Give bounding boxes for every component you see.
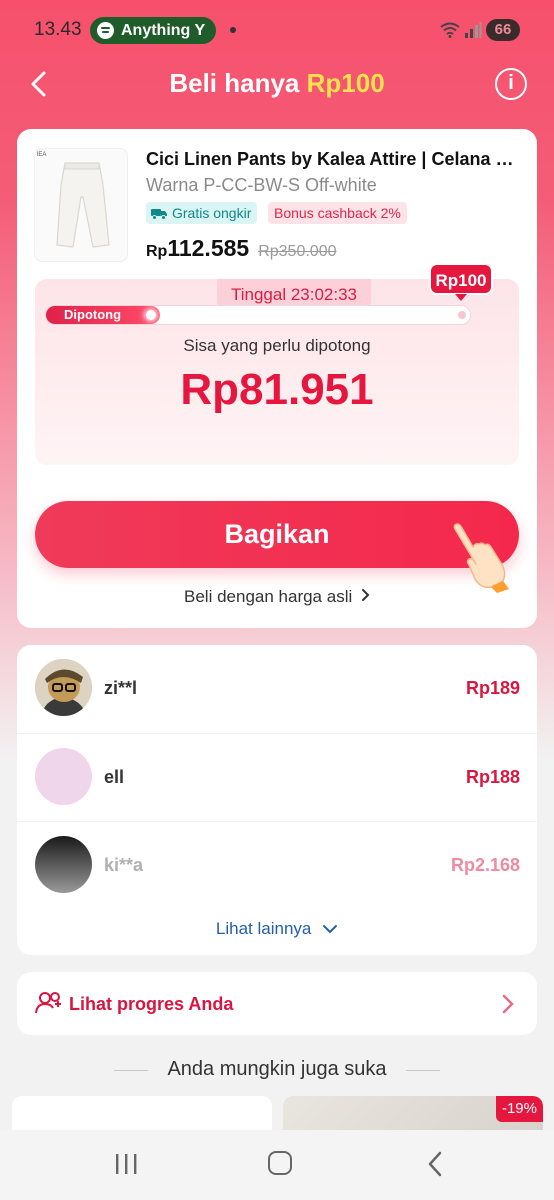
info-icon[interactable]: i (495, 68, 527, 100)
see-more-link[interactable]: Lihat lainnya (17, 919, 537, 939)
list-item: ell Rp188 (17, 733, 537, 821)
price-currency: Rp (146, 243, 168, 260)
price-original: Rp350.000 (258, 243, 337, 260)
pants-icon (56, 162, 110, 248)
chevron-down-icon (322, 919, 338, 939)
page-title: Beli hanya Rp100 (0, 68, 554, 99)
page-title-price: Rp100 (306, 68, 385, 98)
spotify-icon (97, 22, 114, 39)
avatar (35, 836, 92, 893)
helper-amount: Rp2.168 (450, 855, 520, 875)
buy-original-label: Beli dengan harga asli (184, 587, 353, 606)
helpers-list: zi**l Rp189 ell Rp188 ki**a Rp2.168 Liha… (17, 645, 537, 955)
cut-progress-bar: Dipotong (45, 305, 471, 325)
cashback-badge: Bonus cashback 2% (268, 202, 407, 224)
nav-back-icon[interactable] (427, 1151, 443, 1177)
chevron-right-icon (502, 994, 514, 1014)
signal-icon (465, 22, 482, 38)
cut-progress-knob (146, 310, 157, 320)
home-icon[interactable] (268, 1151, 292, 1175)
user-photo-icon (35, 659, 92, 716)
free-shipping-badge: Gratis ongkir (146, 202, 258, 224)
chevron-right-icon (361, 587, 370, 607)
product-image-label: lEA (37, 152, 47, 158)
product-card: lEA Cici Linen Pants by Kalea Attire | C… (17, 129, 537, 628)
discount-badge: -19% (495, 1096, 543, 1122)
avatar (35, 659, 92, 716)
helper-name: ki**a (104, 855, 144, 875)
price-row: Rp 112.585 Rp350.000 (146, 235, 337, 262)
pointing-hand-icon (453, 523, 509, 593)
view-progress-label: Lihat progres Anda (69, 994, 234, 1014)
list-item: zi**l Rp189 (17, 645, 537, 733)
product-title[interactable]: Cici Linen Pants by Kalea Attire | Celan… (146, 149, 522, 170)
notification-dot-icon (230, 27, 236, 33)
remaining-amount: Rp81.951 (180, 365, 374, 414)
product-image[interactable]: lEA (34, 148, 128, 262)
helper-amount: Rp188 (465, 767, 520, 787)
price-current: 112.585 (167, 235, 250, 261)
truck-icon (151, 209, 167, 220)
helper-name: ell (104, 767, 125, 787)
share-button[interactable]: Bagikan (35, 501, 519, 568)
people-icon (35, 992, 61, 1014)
battery-indicator: 66 (486, 19, 520, 41)
wifi-icon (440, 22, 460, 38)
recent-apps-icon[interactable] (114, 1153, 138, 1175)
avatar (35, 748, 92, 805)
status-bar: 13.43 Anything Y 66 (0, 0, 554, 60)
view-progress-link[interactable]: Lihat progres Anda (17, 972, 537, 1035)
system-nav-bar (0, 1130, 554, 1200)
status-time: 13.43 (34, 19, 82, 40)
remaining-label: Sisa yang perlu dipotong (183, 336, 371, 355)
helper-amount: Rp189 (465, 678, 520, 698)
page-title-text: Beli hanya (169, 68, 307, 98)
free-shipping-label: Gratis ongkir (172, 205, 252, 221)
target-price-bubble: Rp100 (429, 263, 493, 301)
helper-name: zi**l (104, 678, 138, 698)
buy-original-price-link[interactable]: Beli dengan harga asli (17, 587, 537, 607)
cut-progress-fill: Dipotong (46, 306, 161, 324)
now-playing-pill[interactable]: Anything Y (90, 17, 216, 44)
product-variant: Warna P-CC-BW-S Off-white (146, 175, 377, 195)
divider-right (406, 1070, 440, 1071)
list-item: ki**a Rp2.168 (17, 821, 537, 909)
recommendation-heading: Anda mungkin juga suka (167, 1058, 387, 1080)
now-playing-label: Anything Y (121, 21, 206, 39)
progress-end-dot (458, 311, 466, 319)
cut-progress-label: Dipotong (64, 307, 122, 322)
see-more-label: Lihat lainnya (215, 919, 312, 938)
